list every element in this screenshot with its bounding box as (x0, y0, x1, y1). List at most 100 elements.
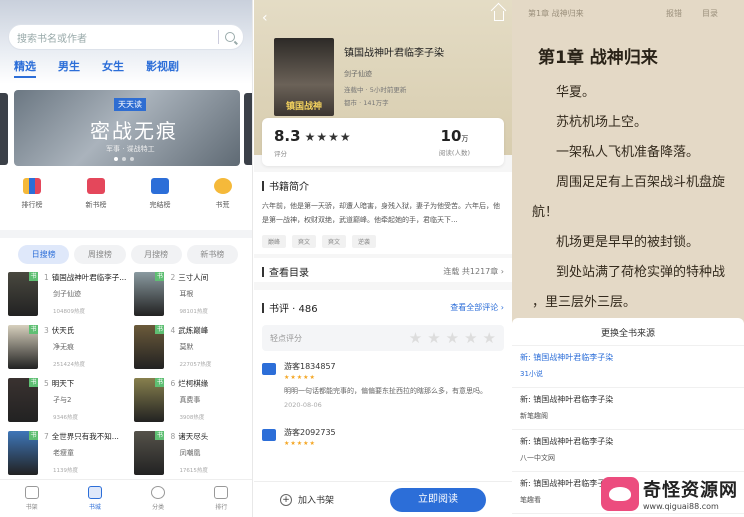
tabbar-store[interactable]: 书城 (87, 486, 102, 511)
tabbar-rank[interactable]: 排行 (214, 486, 229, 511)
rank-book-item[interactable]: 书 2 三寸人间 耳根 98101热度 (134, 272, 246, 317)
rank-book-item[interactable]: 书 7 全世界只有我不知... 老瘦童 1139热度 (8, 431, 126, 476)
book-author: 孑与2 (53, 396, 72, 404)
plus-icon: + (280, 493, 292, 506)
book-author: 耳根 (179, 290, 194, 298)
source-site: 新笔趣阁 (520, 412, 548, 420)
catalog-button[interactable]: 目录 (702, 9, 718, 18)
home-icon[interactable] (494, 11, 504, 21)
rank-book-item[interactable]: 书 5 明天下 孑与2 9346热度 (8, 378, 126, 423)
tabbar-shelf[interactable]: 书架 (24, 486, 39, 511)
report-error-button[interactable]: 报错 (666, 9, 682, 18)
quick-new[interactable]: 新书榜 (86, 178, 107, 210)
reads-value: 10 (440, 127, 462, 145)
tab-female[interactable]: 女生 (102, 58, 124, 78)
tag-item[interactable]: 逆袭 (352, 235, 377, 248)
rating-bar[interactable]: 轻点评分 ★ ★ ★ ★ ★ (262, 325, 504, 351)
rank-tab-monthly[interactable]: 月搜榜 (130, 245, 182, 264)
quick-finished[interactable]: 完结榜 (150, 178, 171, 210)
tabbar-category[interactable]: 分类 (151, 486, 166, 511)
chapter-line: 一架私人飞机准备降落。 (556, 145, 700, 160)
intro-text[interactable]: 六年前，他是第一天骄，却遭人暗害，身残入狱，妻子为他受苦。六年后，他是第一战神，… (254, 193, 512, 227)
catalog-heading: 查看目录 (269, 268, 309, 279)
rank-book-item[interactable]: 书 3 伏天氏 净无痕 251424热度 (8, 325, 126, 370)
book-author: 剑子仙迹 (53, 290, 81, 298)
rank-book-grid: 书 1 镇国战神叶君临李子... 剑子仙迹 104809热度 书 2 三寸人间 耳根 98101热… (8, 272, 246, 476)
chapter-body[interactable]: 华夏。 苏杭机场上空。 一架私人飞机准备降落。 周围足足有上百架战斗机盘旋 航！ 机场更是… (512, 78, 744, 318)
chapter-line: 机场更是早早的被封锁。 (556, 235, 700, 250)
quick-rank[interactable]: 排行榜 (22, 178, 43, 210)
book-cover: 书 (134, 325, 165, 369)
rank-badge: 书 (155, 431, 165, 440)
book-author[interactable]: 剑子仙迹 (344, 69, 444, 79)
book-title: 8 诸天尽头 (170, 432, 209, 441)
rank-book-item[interactable]: 书 4 武炼巅峰 莫默 227057热度 (134, 325, 246, 370)
tag-item[interactable]: 爽文 (322, 235, 347, 248)
book-author: 老瘦童 (53, 449, 74, 457)
book-title: 1 镇国战神叶君临李子... (44, 273, 127, 282)
comment-item[interactable]: 游客1834857 ★★★★★ 明明一句话都能完事的，偏偏要东扯西拉的瞎那么多，… (254, 351, 512, 409)
rank-tab-weekly[interactable]: 周搜榜 (74, 245, 126, 264)
banner-subtitle: 军事 · 谍战特工 (106, 145, 155, 153)
book-author: 莫默 (179, 343, 194, 351)
new-book-icon (87, 178, 105, 194)
tag-item[interactable]: 爽文 (292, 235, 317, 248)
tab-film[interactable]: 影视剧 (146, 58, 179, 78)
rank-book-item[interactable]: 书 8 诸天尽头 凤嘲凰 17615热度 (134, 431, 246, 476)
tag-item[interactable]: 巅峰 (262, 235, 287, 248)
search-input[interactable]: 搜索书名或作者 (17, 30, 218, 45)
all-reviews-link[interactable]: 查看全部评论 › (450, 302, 504, 313)
rank-book-item[interactable]: 书 6 烂柯棋缘 真费事 3908热度 (134, 378, 246, 423)
rank-book-item[interactable]: 书 1 镇国战神叶君临李子... 剑子仙迹 104809热度 (8, 272, 126, 317)
book-shortage-icon (213, 178, 232, 194)
book-status: 连载中 · 5小时前更新 (344, 86, 407, 94)
watermark-url: www.qiguai88.com (643, 502, 719, 511)
catalog-status[interactable]: 连载 共1217章 › (443, 266, 504, 277)
source-site: 31小说 (520, 370, 543, 378)
book-cover: 书 (134, 431, 165, 475)
book-cover: 书 (134, 378, 165, 422)
quick-shortage[interactable]: 书荒 (213, 178, 232, 210)
book-heat: 9346热度 (53, 415, 78, 421)
catalog-row[interactable]: 查看目录 连载 共1217章 › (254, 258, 512, 282)
source-item[interactable]: 新: 镇国战神叶君临李子染 31小说 (512, 346, 744, 388)
score-stars: ★★★★ (304, 129, 352, 144)
book-heat: 1139热度 (53, 468, 78, 474)
rank-badge: 书 (155, 325, 165, 334)
tab-male[interactable]: 男生 (58, 58, 80, 78)
detail-action-bar: + 加入书架 立即阅读 (254, 481, 512, 517)
chapter-line: ，里三层外三层。 (532, 295, 637, 310)
source-item[interactable]: 新: 镇国战神叶君临李子染 新笔趣阁 (512, 388, 744, 430)
book-heat: 104809热度 (53, 309, 85, 315)
book-title: 6 烂柯棋缘 (170, 379, 209, 388)
review-heading: 书评 · 486 (269, 304, 318, 315)
search-box[interactable]: 搜索书名或作者 (8, 24, 244, 50)
search-icon[interactable] (225, 32, 235, 42)
finished-book-icon (151, 178, 169, 194)
comment-item[interactable]: 游客2092735 ★★★★★ (254, 409, 512, 447)
tab-featured[interactable]: 精选 (14, 58, 36, 78)
source-item[interactable]: 新: 镇国战神叶君临李子染 八一中文网 (512, 430, 744, 472)
score-card: 8.3 ★★★★ 评分 10万 阅读(人数) (262, 118, 504, 166)
rank-tab-new[interactable]: 新书榜 (186, 245, 238, 264)
banner-prev-peek[interactable] (0, 93, 8, 165)
banner-next-peek[interactable] (244, 93, 252, 165)
book-title: 镇国战神叶君临李子染 (344, 48, 444, 59)
back-icon[interactable]: ‹ (262, 10, 268, 26)
book-heat: 251424热度 (53, 362, 85, 368)
search-divider (218, 30, 219, 44)
add-shelf-button[interactable]: + 加入书架 (280, 493, 334, 506)
rank-tab-daily[interactable]: 日搜榜 (18, 245, 70, 264)
bottom-tabbar: 书架 书城 分类 排行 (0, 479, 252, 517)
rating-stars[interactable]: ★ ★ ★ ★ ★ (409, 329, 496, 347)
book-heat: 3908热度 (179, 415, 205, 421)
home-header: 搜索书名或作者 精选 男生 女生 影视剧 (0, 0, 252, 84)
category-icon (151, 486, 166, 499)
source-book-name: 新: 镇国战神叶君临李子染 (520, 437, 614, 446)
promo-banner[interactable]: 天天读 密战无痕 军事 · 谍战特工 (14, 90, 240, 166)
read-now-button[interactable]: 立即阅读 (390, 487, 486, 512)
book-heat: 17615热度 (179, 468, 208, 474)
reader-chapter-header: 第1章 战神归来 (528, 9, 584, 18)
chapter-line: 航！ (532, 205, 559, 220)
score-value: 8.3 (274, 126, 301, 145)
